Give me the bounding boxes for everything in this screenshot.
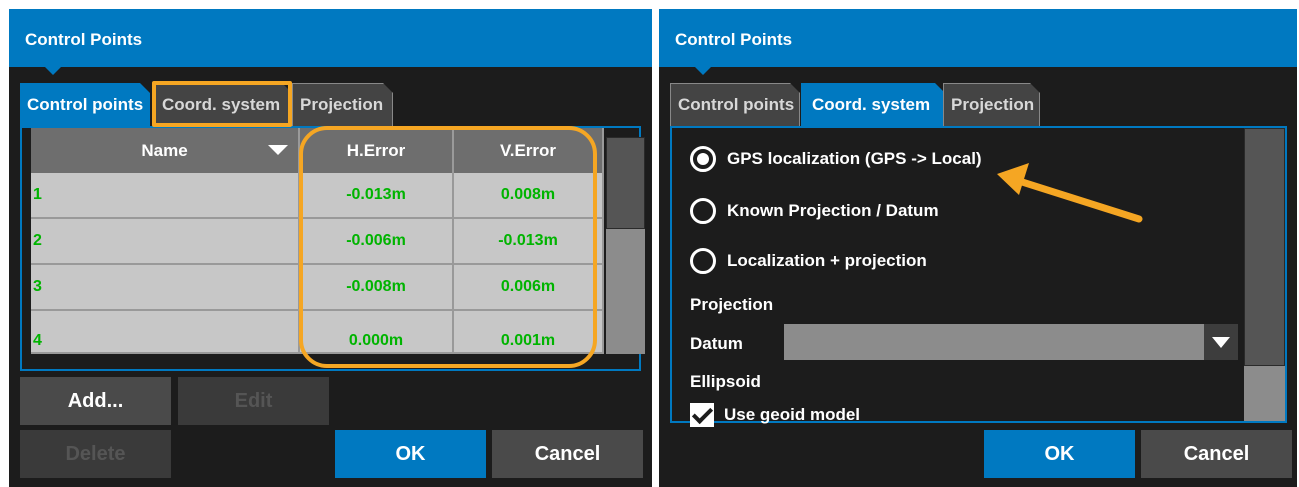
delete-button: Delete (20, 430, 171, 478)
table-scrollbar-thumb[interactable] (606, 137, 645, 229)
ok-button[interactable]: OK (335, 430, 486, 478)
v-error-value: 0.006m (500, 278, 556, 295)
h-error-value: -0.006m (346, 232, 406, 249)
sort-arrow-icon[interactable] (268, 145, 288, 155)
header-label: Name (141, 140, 188, 160)
h-error-value: 0.000m (348, 332, 404, 349)
cancel-button[interactable]: Cancel (1141, 430, 1292, 478)
ok-button[interactable]: OK (984, 430, 1135, 478)
v-error-cell: 0.008m (454, 173, 604, 219)
point-name: 2 (33, 232, 42, 249)
h-error-value: -0.013m (346, 186, 406, 203)
cancel-button[interactable]: Cancel (492, 430, 643, 478)
control-points-dialog-left: Control Points Control points Coord. sys… (9, 9, 652, 487)
button-label: OK (395, 442, 426, 465)
radio-empty-icon[interactable] (690, 198, 716, 224)
tab-label: Projection (951, 95, 1035, 114)
dialog-title: Control Points (25, 30, 143, 49)
radio-empty-icon[interactable] (690, 248, 716, 274)
coord-system-panel: GPS localization (GPS -> Local) Known Pr… (670, 126, 1287, 427)
datum-select[interactable] (784, 324, 1238, 360)
point-name: 3 (33, 278, 42, 295)
checkbox-label: Use geoid model (724, 405, 861, 424)
checkbox-checked-icon[interactable] (690, 403, 714, 427)
option-label: GPS localization (GPS -> Local) (727, 149, 982, 168)
h-error-value: -0.008m (346, 278, 406, 295)
tab-label: Control points (678, 95, 795, 114)
edit-button: Edit (178, 377, 329, 425)
annotation-arrow-icon (997, 163, 1143, 223)
v-error-value: -0.013m (498, 232, 558, 249)
table-row[interactable]: 3 (31, 265, 300, 311)
table-row[interactable]: 1 (31, 173, 300, 219)
v-error-cell: 0.006m (454, 265, 604, 311)
button-label: Edit (234, 389, 273, 412)
h-error-cell: -0.013m (300, 173, 454, 219)
add-button[interactable]: Add... (20, 377, 171, 425)
button-label: Cancel (534, 442, 601, 465)
v-error-cell: -0.013m (454, 219, 604, 265)
tab-label: Coord. system (812, 95, 931, 114)
radio-localization-projection[interactable]: Localization + projection (690, 248, 927, 274)
title-notch (695, 67, 711, 75)
title-bar: Control Points (659, 9, 1297, 75)
tab-coord-system[interactable]: Coord. system (801, 83, 945, 127)
use-geoid-checkbox-row[interactable]: Use geoid model (690, 403, 860, 427)
title-bar: Control Points (9, 9, 652, 75)
v-error-cell: 0.001m (454, 311, 604, 354)
panel-divider (652, 0, 659, 487)
tab-projection[interactable]: Projection (292, 83, 393, 127)
column-header-name[interactable]: Name (31, 128, 300, 173)
option-label: Localization + projection (727, 251, 927, 270)
tab-control-points[interactable]: Control points (20, 83, 150, 127)
h-error-cell: 0.000m (300, 311, 454, 354)
tab-coord-system[interactable]: Coord. system (154, 83, 292, 127)
v-error-value: 0.001m (500, 332, 556, 349)
v-error-value: 0.008m (500, 186, 556, 203)
h-error-cell: -0.006m (300, 219, 454, 265)
column-header-h-error[interactable]: H.Error (300, 128, 454, 173)
projection-label: Projection (690, 295, 774, 314)
h-error-cell: -0.008m (300, 265, 454, 311)
table-row[interactable]: 4 (31, 311, 300, 354)
tab-label: Projection (300, 95, 384, 114)
title-notch (45, 67, 61, 75)
header-label: V.Error (499, 140, 557, 160)
chevron-down-icon[interactable] (1204, 324, 1238, 360)
tab-label: Coord. system (162, 95, 281, 114)
table-row[interactable]: 2 (31, 219, 300, 265)
options-scrollbar-thumb[interactable] (1244, 128, 1285, 366)
dialog-title: Control Points (675, 30, 793, 49)
button-label: OK (1044, 442, 1075, 465)
header-label: H.Error (346, 140, 406, 160)
tab-control-points[interactable]: Control points (670, 83, 800, 127)
control-points-dialog-right: Control Points Control points Coord. sys… (659, 9, 1297, 487)
tab-projection[interactable]: Projection (943, 83, 1040, 127)
point-name: 4 (33, 332, 42, 349)
button-label: Cancel (1183, 442, 1250, 465)
radio-known-projection[interactable]: Known Projection / Datum (690, 198, 939, 224)
ellipsoid-label: Ellipsoid (690, 372, 761, 391)
point-name: 1 (33, 186, 42, 203)
option-label: Known Projection / Datum (727, 201, 939, 220)
tab-label: Control points (27, 95, 144, 114)
radio-gps-localization[interactable]: GPS localization (GPS -> Local) (690, 146, 982, 172)
button-label: Delete (65, 442, 126, 465)
radio-selected-icon[interactable] (690, 146, 716, 172)
button-label: Add... (67, 389, 124, 412)
datum-label: Datum (690, 334, 743, 353)
control-points-table: Name H.Error V.Error 1 -0.013m 0.008m 2 … (20, 126, 645, 371)
column-header-v-error[interactable]: V.Error (454, 128, 604, 173)
